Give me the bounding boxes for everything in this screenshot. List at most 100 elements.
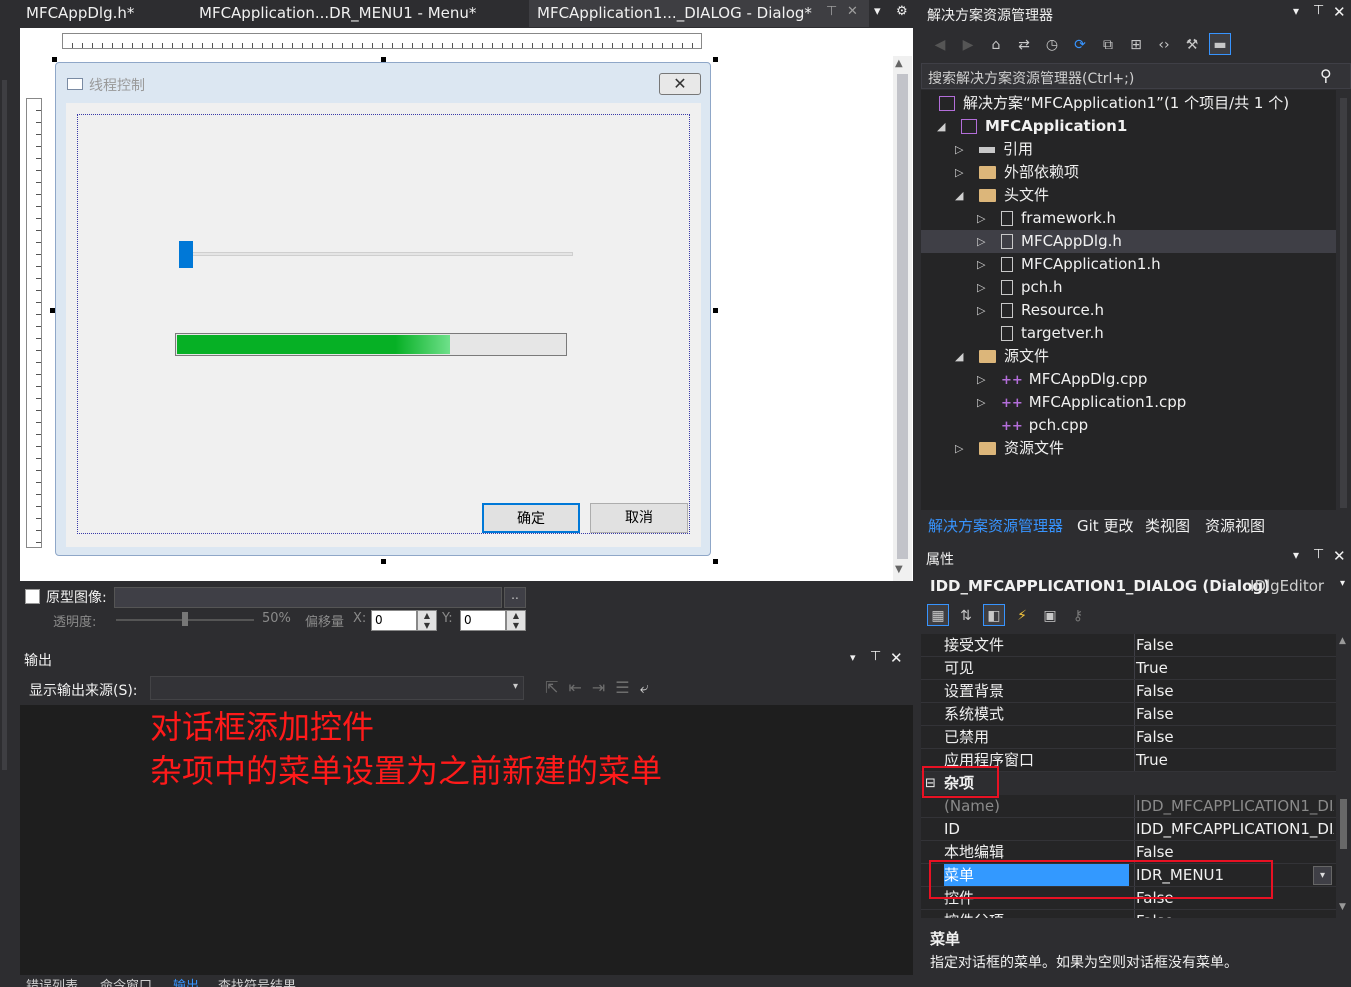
cancel-button[interactable]: 取消 [590, 503, 688, 533]
progress-control[interactable] [175, 333, 567, 356]
preview-selected-icon[interactable]: ▬ [1209, 33, 1231, 55]
categorized-icon[interactable]: ▦ [927, 604, 949, 626]
pin-icon[interactable]: ⊤ [870, 649, 881, 664]
tree-item[interactable]: ▷ 引用 [921, 138, 1336, 161]
slider-control[interactable] [181, 252, 573, 256]
tab-git-changes[interactable]: Git 更改 [1077, 515, 1133, 536]
collapsed-caret-icon[interactable]: ▷ [977, 276, 985, 299]
tree-item[interactable]: 解决方案“MFCApplication1”(1 个项目/共 1 个) [921, 92, 1336, 115]
pending-changes-filter-icon[interactable]: ◷ [1041, 34, 1063, 56]
properties-wrench-icon[interactable]: ⚒ [1181, 34, 1203, 56]
switch-views-icon[interactable]: ⇄ [1013, 34, 1035, 56]
scroll-thumb[interactable] [1340, 98, 1347, 508]
tree-item[interactable]: ++ pch.cpp [921, 414, 1336, 437]
tab-mfcappdlg-h[interactable]: MFCAppDlg.h* [18, 0, 188, 27]
resize-handle[interactable] [713, 308, 718, 313]
collapsed-caret-icon[interactable]: ▷ [977, 299, 985, 322]
property-value[interactable]: True [1134, 657, 1334, 680]
tree-item[interactable]: ▷ MFCApplication1.h [921, 253, 1336, 276]
close-icon[interactable]: ✕ [1333, 3, 1346, 21]
collapsed-caret-icon[interactable]: ▷ [955, 138, 963, 161]
property-row[interactable]: 接受文件 False [921, 634, 1336, 657]
forward-icon[interactable]: ▶ [957, 34, 979, 56]
tree-item[interactable]: ◢ MFCApplication1 [921, 115, 1336, 138]
tab-resource-view[interactable]: 资源视图 [1205, 515, 1265, 536]
tab-solution-explorer[interactable]: 解决方案资源管理器 [928, 515, 1063, 536]
collapsed-caret-icon[interactable]: ▷ [977, 253, 985, 276]
prototype-image-path-field[interactable] [114, 587, 502, 608]
offset-y-spinner[interactable]: ▲ ▼ [506, 610, 526, 631]
prototype-image-checkbox[interactable] [25, 589, 40, 604]
resize-handle[interactable] [713, 559, 718, 564]
tree-item[interactable]: ▷ ++ MFCApplication1.cpp [921, 391, 1336, 414]
alphabetical-icon[interactable]: ⇅ [955, 605, 977, 627]
property-value[interactable]: False [1134, 634, 1334, 657]
tab-error-list[interactable]: 错误列表 [26, 975, 78, 987]
scroll-up-icon[interactable]: ▲ [1339, 636, 1346, 646]
close-icon[interactable]: ✕ [847, 4, 858, 19]
collapsed-caret-icon[interactable]: ▷ [977, 207, 985, 230]
resize-handle[interactable] [50, 308, 55, 313]
scroll-down-icon[interactable]: ▼ [1339, 902, 1346, 912]
resize-handle[interactable] [381, 57, 386, 62]
tab-output[interactable]: 输出 [173, 975, 199, 987]
tree-item[interactable]: ▷ Resource.h [921, 299, 1336, 322]
overrides-icon[interactable]: ⚷ [1067, 605, 1089, 627]
offset-y-input[interactable]: 0 [460, 610, 506, 631]
messages-icon[interactable]: ▣ [1039, 605, 1061, 627]
tree-item[interactable]: ▷ 外部依赖项 [921, 161, 1336, 184]
property-value[interactable]: False [1134, 910, 1334, 918]
ok-button[interactable]: 确定 [482, 503, 580, 533]
expanded-caret-icon[interactable]: ◢ [955, 184, 963, 207]
tree-item[interactable]: ◢ 源文件 [921, 345, 1336, 368]
scroll-thumb[interactable] [897, 74, 908, 559]
property-value[interactable]: IDD_MFCAPPLICATION1_DIALOG [1134, 818, 1334, 841]
property-value[interactable]: False [1134, 703, 1334, 726]
slider-thumb[interactable] [179, 241, 193, 268]
tree-item[interactable]: ▷ framework.h [921, 207, 1336, 230]
tree-item[interactable]: ▷ 资源文件 [921, 437, 1336, 460]
resize-handle[interactable] [52, 57, 57, 62]
dialog-close-button[interactable]: ✕ [659, 73, 701, 95]
solution-search-input[interactable]: 搜索解决方案资源管理器(Ctrl+;) ⚲ [921, 63, 1351, 89]
browse-button[interactable]: .. [504, 587, 526, 608]
control-events-icon[interactable]: ⚡ [1011, 605, 1033, 627]
left-scroll[interactable] [2, 80, 7, 770]
previous-message-icon[interactable]: ⇤ [568, 678, 591, 697]
tree-item[interactable]: ▷ pch.h [921, 276, 1336, 299]
collapse-all-icon[interactable]: ⧉ [1097, 34, 1119, 56]
back-icon[interactable]: ◀ [929, 34, 951, 56]
pin-icon[interactable]: ⊤ [1313, 3, 1324, 18]
tab-class-view[interactable]: 类视图 [1145, 515, 1190, 536]
go-to-message-icon[interactable]: ⇱ [545, 678, 568, 697]
panel-dropdown-icon[interactable]: ▾ [1293, 548, 1299, 562]
close-icon[interactable]: ✕ [890, 649, 903, 667]
output-source-select[interactable]: ▾ [150, 676, 524, 700]
collapsed-caret-icon[interactable]: ▷ [977, 230, 985, 253]
collapsed-caret-icon[interactable]: ▷ [977, 391, 985, 414]
tree-item[interactable]: ▷ MFCAppDlg.h [921, 230, 1336, 253]
code-view-icon[interactable]: ‹› [1153, 34, 1175, 56]
expanded-caret-icon[interactable]: ◢ [937, 115, 945, 138]
resize-handle[interactable] [381, 559, 386, 564]
property-row[interactable]: 可见 True [921, 657, 1336, 680]
tab-command-window[interactable]: 命令窗口 [100, 975, 152, 987]
tab-dropdown-icon[interactable]: ▾ [874, 4, 881, 19]
designer-vertical-scrollbar[interactable]: ▲ ▼ [893, 56, 912, 581]
show-all-files-icon[interactable]: ⊞ [1125, 34, 1147, 56]
collapsed-caret-icon[interactable]: ▷ [955, 161, 963, 184]
expanded-caret-icon[interactable]: ◢ [955, 345, 963, 368]
search-icon[interactable]: ⚲ [1320, 66, 1332, 85]
property-value[interactable]: IDD_MFCAPPLICATION1_DIALOG [1134, 795, 1334, 818]
properties-object-selector[interactable]: IDD_MFCAPPLICATION1_DIALOG (Dialog) IDlg… [921, 574, 1351, 599]
scroll-down-icon[interactable]: ▼ [895, 564, 903, 575]
close-icon[interactable]: ✕ [1333, 547, 1346, 565]
property-value[interactable]: True [1134, 749, 1334, 772]
offset-x-spinner[interactable]: ▲ ▼ [417, 610, 437, 631]
next-message-icon[interactable]: ⇥ [592, 678, 615, 697]
panel-dropdown-icon[interactable]: ▾ [1293, 4, 1299, 18]
scroll-thumb[interactable] [1340, 799, 1347, 849]
property-row[interactable]: ID IDD_MFCAPPLICATION1_DIALOG [921, 818, 1336, 841]
pin-icon[interactable]: ⊤ [826, 4, 837, 19]
property-row[interactable]: 设置背景 False [921, 680, 1336, 703]
